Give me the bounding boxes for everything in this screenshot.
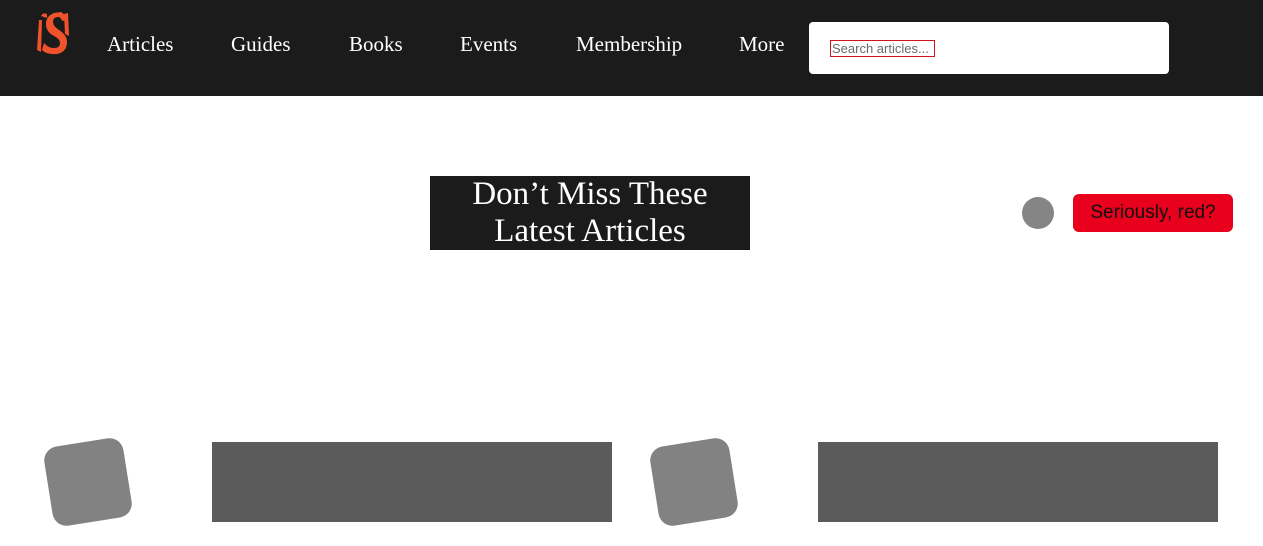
- article-card-placeholder[interactable]: [818, 442, 1218, 522]
- nav-item-guides[interactable]: Guides: [231, 31, 291, 57]
- nav-item-articles[interactable]: Articles: [107, 31, 173, 57]
- top-navigation-bar: Articles Guides Books Events Membership …: [0, 0, 1263, 96]
- article-thumbnail-placeholder[interactable]: [42, 436, 134, 528]
- nav-item-events[interactable]: Events: [460, 31, 517, 57]
- nav-item-membership[interactable]: Membership: [576, 31, 682, 57]
- search-container[interactable]: [809, 22, 1169, 74]
- nav-item-books[interactable]: Books: [349, 31, 403, 57]
- site-logo-icon[interactable]: [33, 8, 73, 58]
- circle-icon[interactable]: [1022, 197, 1054, 229]
- search-input[interactable]: [830, 40, 935, 57]
- seriously-red-button[interactable]: Seriously, red?: [1073, 194, 1233, 232]
- section-title: Don’t Miss These Latest Articles: [430, 176, 750, 250]
- nav-item-more[interactable]: More: [739, 31, 785, 57]
- article-thumbnail-placeholder[interactable]: [648, 436, 740, 528]
- article-card-placeholder[interactable]: [212, 442, 612, 522]
